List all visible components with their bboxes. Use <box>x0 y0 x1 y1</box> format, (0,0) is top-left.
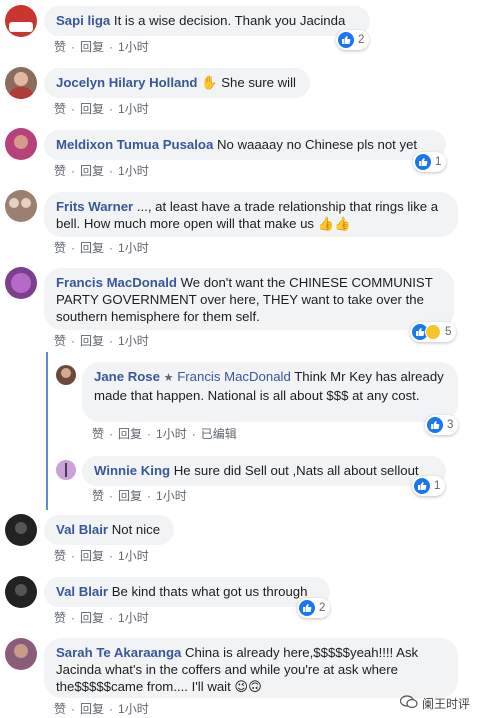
commenter-name[interactable]: Val Blair <box>56 522 108 537</box>
commenter-name[interactable]: Frits Warner <box>56 199 133 214</box>
watermark-text: 阑王时评 <box>421 697 470 711</box>
comment-text: No waaaay no Chinese pls not yet <box>216 137 418 152</box>
comment-bubble: Sapi liga It is a wise decision. Thank y… <box>44 6 370 36</box>
timestamp[interactable]: 1小时 <box>118 547 149 564</box>
reply-button[interactable]: 回复 <box>80 38 104 55</box>
watermark: 阑王时评 <box>399 695 470 712</box>
comment-actions: 赞 · 回复 · 1小时 · 已编辑 <box>92 425 237 442</box>
commenter-name[interactable]: Winnie King <box>94 463 170 478</box>
comment-actions: 赞 · 回复 · 1小时 <box>54 239 149 256</box>
reply-button[interactable]: 回复 <box>80 609 104 626</box>
comment-text: ✋ She sure will <box>201 75 296 90</box>
reply-button[interactable]: 回复 <box>80 332 104 349</box>
like-button[interactable]: 赞 <box>54 38 66 55</box>
reaction-count[interactable]: 1 <box>413 152 447 172</box>
comment-actions: 赞 · 回复 · 1小时 <box>54 609 149 626</box>
commenter-name[interactable]: Jocelyn Hilary Holland <box>56 75 197 90</box>
like-icon <box>338 32 354 48</box>
reaction-count[interactable]: 5 <box>410 322 457 342</box>
avatar[interactable] <box>5 267 37 299</box>
like-button[interactable]: 赞 <box>54 609 66 626</box>
commenter-name[interactable]: Sarah Te Akaraanga <box>56 645 181 660</box>
reply-bubble: Jane Rose ★ Francis MacDonald Think Mr K… <box>82 362 458 422</box>
timestamp[interactable]: 1小时 <box>156 425 187 442</box>
like-button[interactable]: 赞 <box>54 162 66 179</box>
timestamp[interactable]: 1小时 <box>118 239 149 256</box>
commenter-name[interactable]: Jane Rose <box>94 369 160 384</box>
commenter-name[interactable]: Meldixon Tumua Pusaloa <box>56 137 213 152</box>
reply-bubble: Winnie King He sure did Sell out ,Nats a… <box>82 456 446 486</box>
timestamp[interactable]: 1小时 <box>156 487 187 504</box>
reply-button[interactable]: 回复 <box>80 700 104 717</box>
like-button[interactable]: 赞 <box>92 487 104 504</box>
reaction-count[interactable]: 2 <box>336 30 370 50</box>
like-icon <box>427 417 443 433</box>
comment-actions: 赞 · 回复 · 1小时 <box>54 38 149 55</box>
like-button[interactable]: 赞 <box>54 239 66 256</box>
timestamp[interactable]: 1小时 <box>118 700 149 717</box>
avatar[interactable] <box>5 638 37 670</box>
like-icon <box>299 600 315 616</box>
reaction-count[interactable]: 2 <box>297 598 331 618</box>
commenter-name[interactable]: Francis MacDonald <box>56 275 177 290</box>
reaction-count[interactable]: 1 <box>412 476 446 496</box>
comment-bubble: Val Blair Not nice <box>44 515 174 545</box>
avatar[interactable] <box>56 365 76 385</box>
mention-link[interactable]: Francis MacDonald <box>177 369 291 384</box>
like-button[interactable]: 赞 <box>54 700 66 717</box>
comment-bubble: Sarah Te Akaraanga China is already here… <box>44 638 458 698</box>
reply-button[interactable]: 回复 <box>80 100 104 117</box>
comment-actions: 赞 · 回复 · 1小时 <box>54 100 149 117</box>
timestamp[interactable]: 1小时 <box>118 332 149 349</box>
reply-button[interactable]: 回复 <box>80 547 104 564</box>
like-icon <box>415 154 431 170</box>
reaction-count[interactable]: 3 <box>425 415 459 435</box>
comment-bubble: Meldixon Tumua Pusaloa No waaaay no Chin… <box>44 130 446 160</box>
comment-bubble: Jocelyn Hilary Holland ✋ She sure will <box>44 68 310 98</box>
like-button[interactable]: 赞 <box>54 100 66 117</box>
like-icon <box>414 478 430 494</box>
comment-actions: 赞 · 回复 · 1小时 <box>54 332 149 349</box>
comment-bubble: Frits Warner ..., at least have a trade … <box>44 192 458 237</box>
like-button[interactable]: 赞 <box>92 425 104 442</box>
reply-thread-line <box>46 352 48 510</box>
avatar[interactable] <box>56 460 76 480</box>
comment-text: Be kind thats what got us through <box>111 584 308 599</box>
comment-bubble: Val Blair Be kind thats what got us thro… <box>44 577 330 607</box>
comment-bubble: Francis MacDonald We don't want the CHIN… <box>44 268 454 330</box>
comment-actions: 赞 · 回复 · 1小时 <box>92 487 187 504</box>
reply-button[interactable]: 回复 <box>118 425 142 442</box>
reply-button[interactable]: 回复 <box>80 162 104 179</box>
timestamp[interactable]: 1小时 <box>118 38 149 55</box>
top-fan-badge-icon: ★ <box>163 372 174 384</box>
avatar[interactable] <box>5 128 37 160</box>
like-button[interactable]: 赞 <box>54 547 66 564</box>
comment-text: Not nice <box>111 522 161 537</box>
avatar[interactable] <box>5 576 37 608</box>
commenter-name[interactable]: Sapi liga <box>56 13 110 28</box>
commenter-name[interactable]: Val Blair <box>56 584 108 599</box>
timestamp[interactable]: 1小时 <box>118 100 149 117</box>
edited-label[interactable]: 已编辑 <box>201 425 237 442</box>
comment-text: It is a wise decision. Thank you Jacinda <box>113 13 346 28</box>
avatar[interactable] <box>5 190 37 222</box>
comment-text: He sure did Sell out ,Nats all about sel… <box>173 463 419 478</box>
reply-button[interactable]: 回复 <box>118 487 142 504</box>
comment-actions: 赞 · 回复 · 1小时 <box>54 547 149 564</box>
like-button[interactable]: 赞 <box>54 332 66 349</box>
comment-actions: 赞 · 回复 · 1小时 <box>54 162 149 179</box>
timestamp[interactable]: 1小时 <box>118 609 149 626</box>
comment-actions: 赞 · 回复 · 1小时 <box>54 700 149 717</box>
avatar[interactable] <box>5 67 37 99</box>
timestamp[interactable]: 1小时 <box>118 162 149 179</box>
reply-button[interactable]: 回复 <box>80 239 104 256</box>
avatar[interactable] <box>5 5 37 37</box>
haha-icon <box>425 324 441 340</box>
wechat-icon <box>399 695 418 712</box>
avatar[interactable] <box>5 514 37 546</box>
